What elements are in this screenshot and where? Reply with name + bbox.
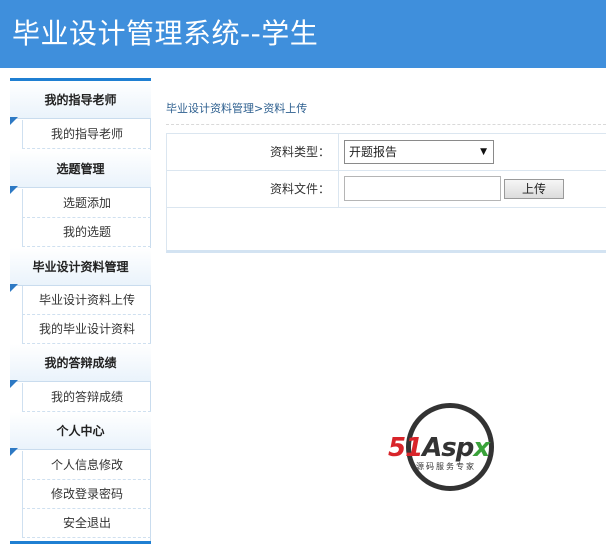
breadcrumb-parent[interactable]: 毕业设计资料管理 — [166, 102, 254, 115]
sidebar-item-my-defense-score[interactable]: 我的答辩成绩 — [22, 383, 151, 412]
form-row-type: 资料类型： 开题报告 ▼ — [167, 134, 606, 171]
type-label: 资料类型： — [167, 134, 339, 171]
logo-tagline: 源码服务专家 — [416, 462, 476, 471]
section-corner-icon — [10, 117, 18, 125]
section-corner-icon — [10, 380, 18, 388]
section-title: 选题管理 — [56, 162, 105, 176]
sidebar-item-logout[interactable]: 安全退出 — [22, 509, 151, 538]
sidebar-section-defense-score[interactable]: 我的答辩成绩 — [10, 344, 151, 388]
upload-button[interactable]: 上传 — [504, 179, 564, 199]
app-header: 毕业设计管理系统--学生 — [0, 0, 606, 68]
sidebar-item-change-password[interactable]: 修改登录密码 — [22, 480, 151, 509]
breadcrumb-divider — [166, 124, 606, 125]
dropdown-arrow-icon: ▼ — [480, 147, 487, 157]
sidebar-section-my-advisor[interactable]: 我的指导老师 — [10, 81, 151, 125]
breadcrumb-current: 资料上传 — [263, 102, 308, 115]
sidebar-item-my-advisor[interactable]: 我的指导老师 — [22, 120, 151, 149]
material-type-select[interactable]: 开题报告 ▼ — [344, 140, 494, 164]
sidebar-section-personal-center[interactable]: 个人中心 — [10, 412, 151, 456]
form-row-file: 资料文件： 上传 — [167, 171, 606, 208]
section-title: 个人中心 — [56, 424, 105, 438]
sidebar-bottom-border — [10, 541, 151, 544]
sidebar-item-my-topic[interactable]: 我的选题 — [22, 218, 151, 247]
sidebar-section-topic-management[interactable]: 选题管理 — [10, 150, 151, 194]
section-title: 我的答辩成绩 — [44, 356, 117, 370]
app-title: 毕业设计管理系统--学生 — [12, 17, 319, 50]
section-corner-icon — [10, 186, 18, 194]
logo-wordmark: 51Aspx — [388, 433, 490, 463]
section-title: 毕业设计资料管理 — [32, 260, 129, 274]
sidebar-item-edit-profile[interactable]: 个人信息修改 — [22, 451, 151, 480]
watermark-logo: 51Aspx 源码服务专家 — [386, 403, 514, 495]
sidebar-item-my-materials[interactable]: 我的毕业设计资料 — [22, 315, 151, 344]
section-corner-icon — [10, 284, 18, 292]
breadcrumb: 毕业设计资料管理>资料上传 — [166, 100, 307, 116]
section-title: 我的指导老师 — [44, 93, 117, 107]
sidebar-item-upload-materials[interactable]: 毕业设计资料上传 — [22, 286, 151, 315]
section-corner-icon — [10, 448, 18, 456]
sidebar-item-add-topic[interactable]: 选题添加 — [22, 189, 151, 218]
sidebar: 我的指导老师 我的指导老师 选题管理 选题添加 我的选题 毕业设计资料管理 毕业… — [10, 78, 151, 544]
file-label: 资料文件： — [167, 171, 339, 208]
breadcrumb-separator: > — [254, 102, 264, 115]
file-input[interactable] — [344, 176, 501, 201]
material-type-value: 开题报告 — [349, 145, 398, 159]
sidebar-section-materials[interactable]: 毕业设计资料管理 — [10, 248, 151, 292]
upload-form: 资料类型： 开题报告 ▼ 资料文件： 上传 — [166, 133, 606, 253]
